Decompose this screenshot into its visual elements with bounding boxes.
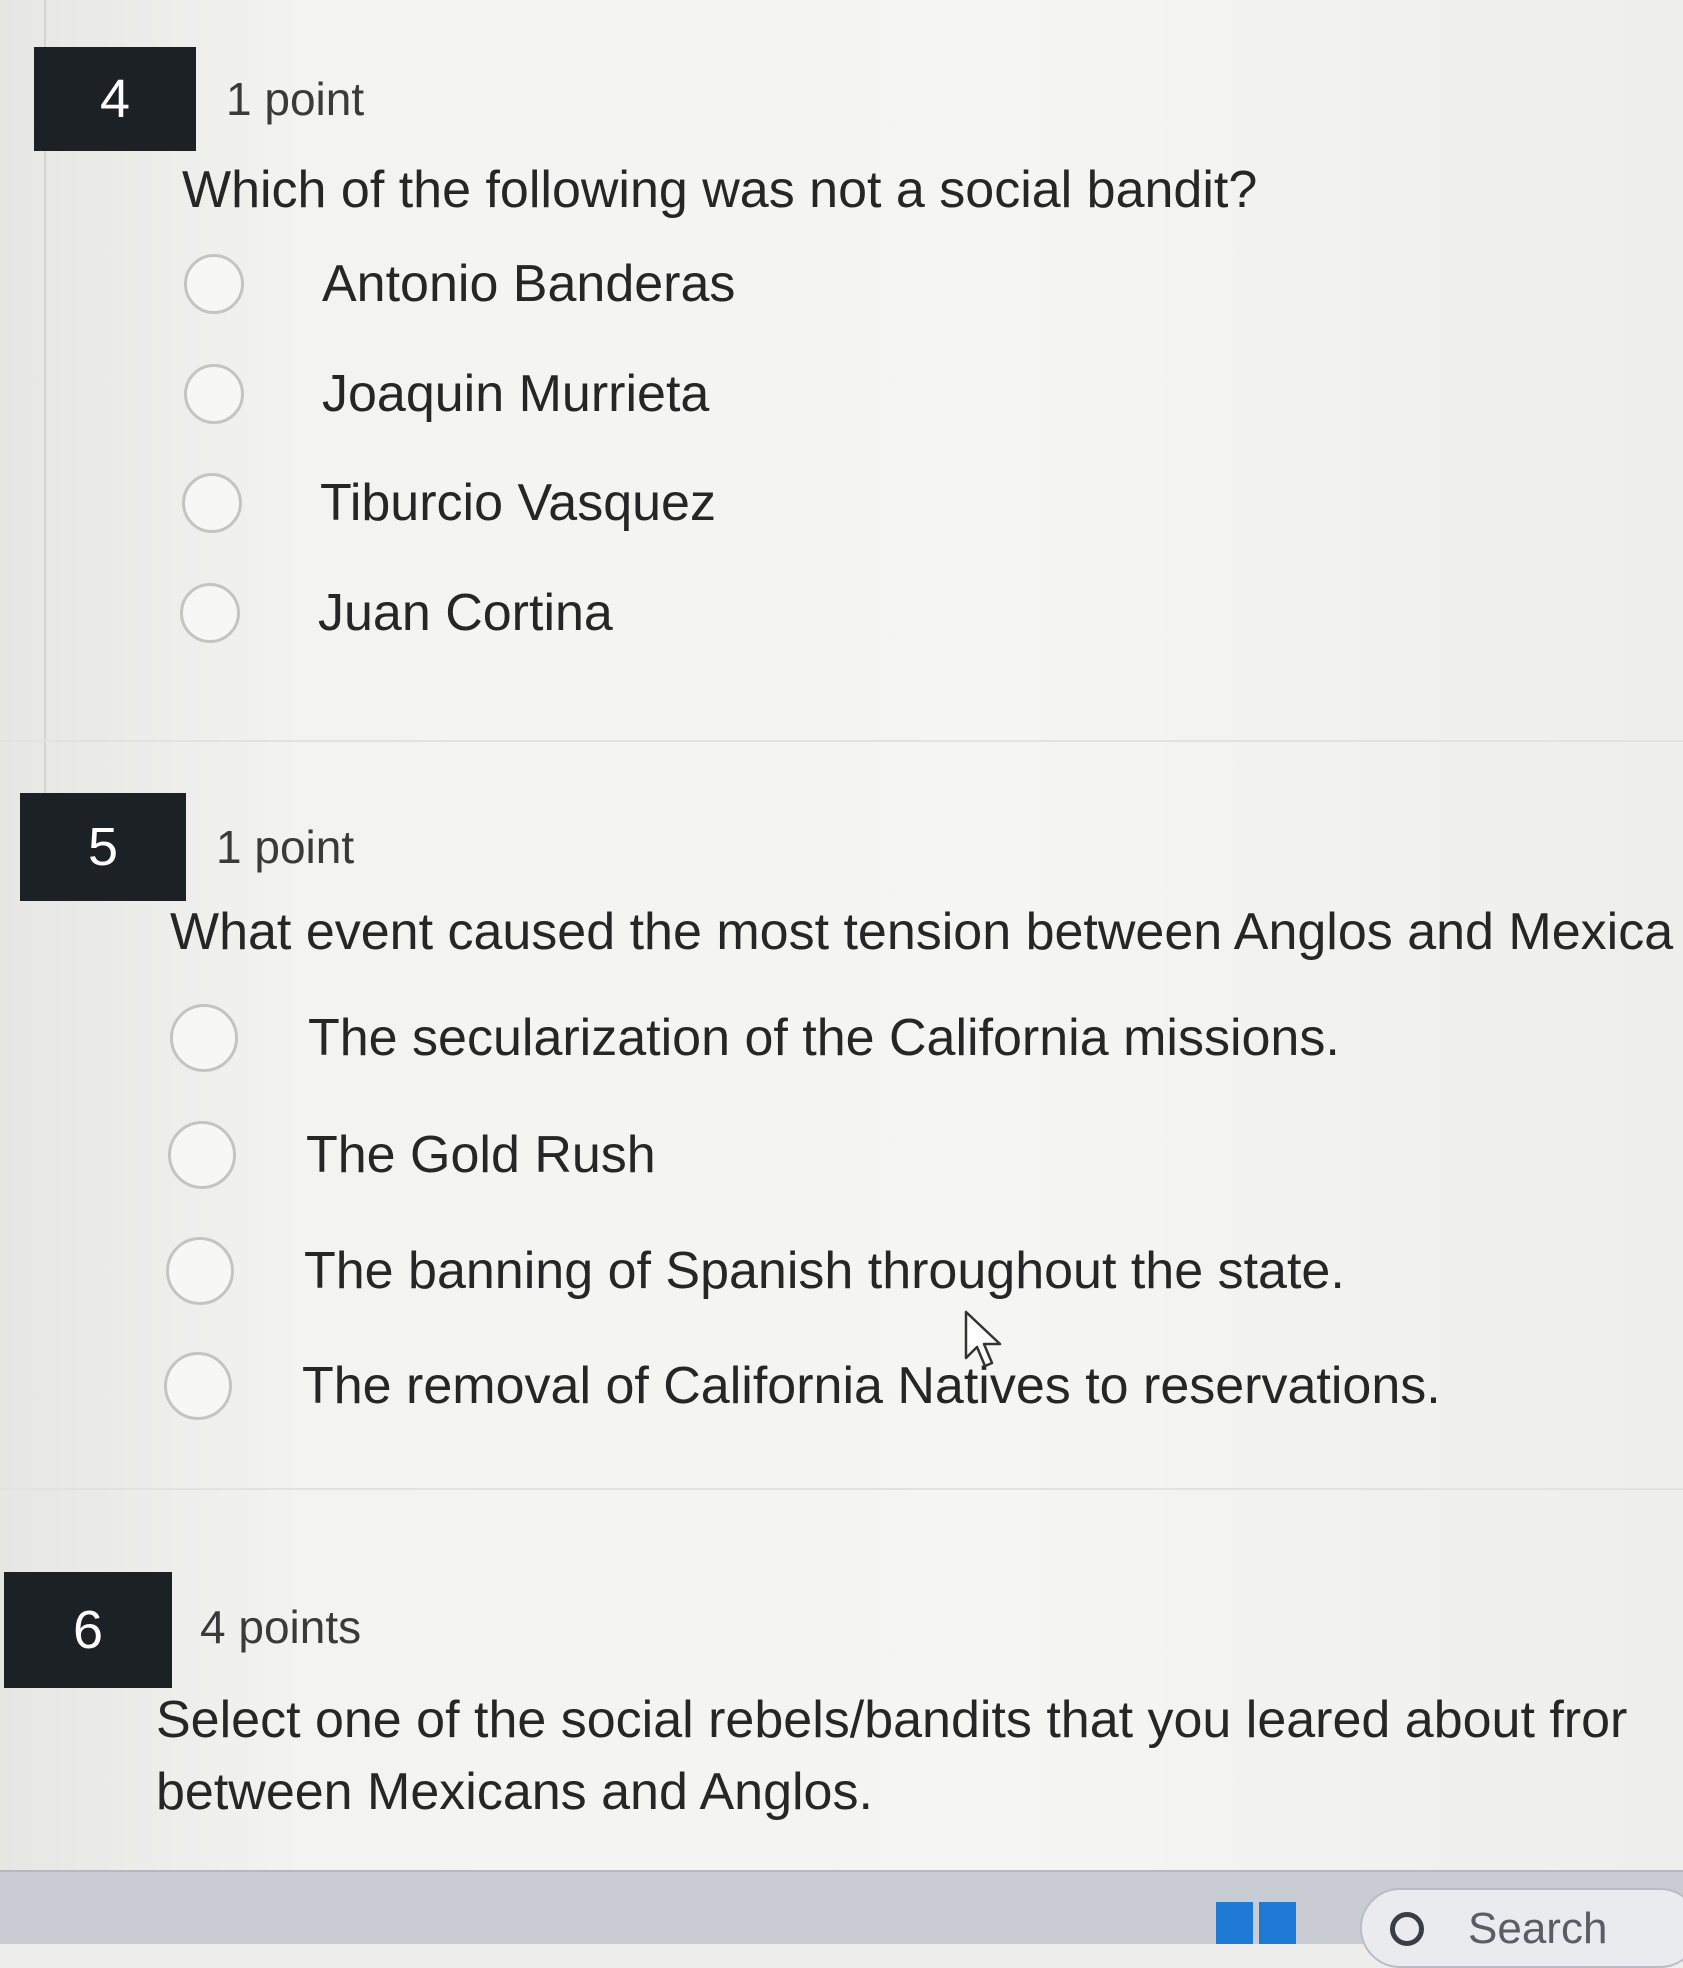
search-label: Search [1468, 1904, 1608, 1953]
radio-button[interactable] [166, 1237, 234, 1305]
answer-option-label: The removal of California Natives to res… [302, 1357, 1441, 1415]
quiz-page: 4 1 point Which of the following was not… [0, 0, 1683, 1870]
taskbar-search-box[interactable]: Search [1360, 1888, 1683, 1968]
radio-button[interactable] [168, 1121, 236, 1189]
answer-option[interactable]: The Gold Rush [168, 1115, 656, 1195]
question-divider [0, 740, 1683, 742]
question-divider [0, 1488, 1683, 1490]
question-points: 4 points [200, 1601, 362, 1653]
answer-option-label: Antonio Banderas [322, 255, 736, 313]
question-text-line-2: between Mexicans and Anglos. [156, 1763, 873, 1821]
answer-option-label: Tiburcio Vasquez [320, 474, 716, 532]
radio-button[interactable] [184, 364, 244, 424]
radio-button[interactable] [170, 1004, 238, 1072]
answer-option[interactable]: Antonio Banderas [184, 244, 735, 324]
question-points: 1 point [216, 821, 355, 873]
answer-option[interactable]: The removal of California Natives to res… [164, 1346, 1441, 1426]
question-text: Which of the following was not a social … [182, 161, 1258, 219]
answer-option-label: Juan Cortina [318, 584, 613, 642]
radio-button[interactable] [180, 583, 240, 643]
answer-option[interactable]: Joaquin Murrieta [184, 354, 709, 434]
search-icon [1390, 1912, 1424, 1946]
radio-button[interactable] [164, 1352, 232, 1420]
answer-option-label: The banning of Spanish throughout the st… [304, 1242, 1345, 1300]
start-icon-pane [1259, 1902, 1296, 1944]
answer-option[interactable]: The banning of Spanish throughout the st… [166, 1231, 1345, 1311]
radio-button[interactable] [184, 254, 244, 314]
start-icon-pane [1216, 1902, 1253, 1944]
answer-option[interactable]: The secularization of the California mis… [170, 998, 1340, 1078]
question-number-badge: 4 [34, 47, 196, 151]
taskbar: Search [0, 1870, 1683, 1968]
question-number-badge: 5 [20, 793, 186, 901]
answer-option-label: Joaquin Murrieta [322, 365, 710, 423]
radio-button[interactable] [182, 473, 242, 533]
mouse-cursor-icon [964, 1310, 1002, 1368]
question-points: 1 point [226, 73, 365, 125]
answer-option-label: The secularization of the California mis… [308, 1009, 1340, 1067]
question-number-badge: 6 [4, 1572, 172, 1688]
question-text: What event caused the most tension betwe… [170, 903, 1674, 961]
windows-start-icon[interactable] [1216, 1902, 1296, 1944]
answer-option-label: The Gold Rush [306, 1126, 656, 1184]
answer-option[interactable]: Tiburcio Vasquez [182, 463, 716, 543]
question-text-line-1: Select one of the social rebels/bandits … [156, 1691, 1628, 1749]
answer-option[interactable]: Juan Cortina [180, 573, 613, 653]
